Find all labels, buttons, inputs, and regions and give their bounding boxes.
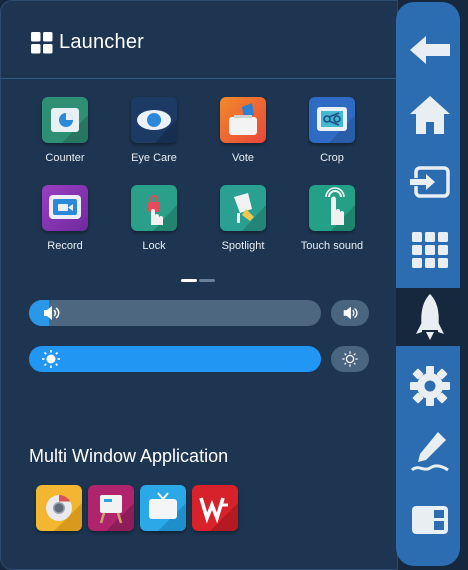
app-touch-sound[interactable]: Touch sound <box>292 185 372 252</box>
app-label: Vote <box>231 152 255 164</box>
app-spotlight[interactable]: Spotlight <box>203 185 283 252</box>
app-label: Counter <box>45 152 85 164</box>
vote-icon <box>220 97 266 143</box>
page-dot[interactable] <box>199 279 215 282</box>
page-indicator <box>181 279 217 282</box>
app-eye-care[interactable]: Eye Care <box>114 97 194 164</box>
mw-app-chrome[interactable] <box>36 485 82 531</box>
speaker-icon <box>343 306 358 320</box>
sidebar-apps-button[interactable] <box>404 224 456 276</box>
multi-window-title: Multi Window Application <box>29 446 229 466</box>
app-label: Touch sound <box>300 240 364 252</box>
pen-annotate-icon <box>410 432 449 472</box>
home-icon <box>410 96 450 134</box>
eye-care-icon <box>131 97 177 143</box>
sun-outline-icon <box>342 351 358 367</box>
easel-icon <box>88 485 134 531</box>
sun-icon <box>42 350 60 368</box>
spotlight-icon <box>220 185 266 231</box>
app-counter[interactable]: Counter <box>25 97 105 164</box>
rocket-icon <box>416 294 444 340</box>
launcher-grid-icon <box>31 32 53 54</box>
sidebar-input-source-button[interactable] <box>404 156 456 208</box>
brightness-slider[interactable] <box>29 346 321 372</box>
app-label: Spotlight <box>221 240 265 252</box>
sidebar-home-button[interactable] <box>404 90 456 142</box>
mute-button[interactable] <box>331 300 369 326</box>
record-icon <box>42 185 88 231</box>
app-label: Record <box>47 240 83 252</box>
crop-icon <box>309 97 355 143</box>
speaker-icon <box>44 306 60 320</box>
sidebar-annotate-button[interactable] <box>404 426 456 478</box>
sidebar-launcher-button[interactable] <box>404 290 456 346</box>
volume-slider[interactable] <box>29 300 321 326</box>
chrome-icon <box>36 485 82 531</box>
whiteboard-icon <box>412 506 448 534</box>
mw-app-tv[interactable] <box>140 485 186 531</box>
counter-icon <box>42 97 88 143</box>
page-dot-active[interactable] <box>181 279 197 282</box>
wps-icon <box>192 485 238 531</box>
app-vote[interactable]: Vote <box>203 97 283 164</box>
apps-grid-icon <box>412 232 448 268</box>
app-label: Lock <box>142 240 166 252</box>
app-record[interactable]: Record <box>25 185 105 252</box>
app-label: Crop <box>320 152 344 164</box>
input-source-icon <box>410 166 450 198</box>
app-lock[interactable]: Lock <box>114 185 194 252</box>
launcher-header: Launcher <box>1 1 399 79</box>
settings-gear-icon <box>410 366 450 406</box>
mw-app-wps[interactable] <box>192 485 238 531</box>
app-crop[interactable]: Crop <box>292 97 372 164</box>
back-arrow-icon <box>410 36 450 64</box>
mw-app-easel[interactable] <box>88 485 134 531</box>
touch-sound-icon <box>309 185 355 231</box>
system-sidebar <box>396 2 460 566</box>
auto-brightness-button[interactable] <box>331 346 369 372</box>
sidebar-whiteboard-button[interactable] <box>404 494 456 546</box>
app-label: Eye Care <box>131 152 177 164</box>
launcher-title: Launcher <box>59 31 144 53</box>
sidebar-settings-button[interactable] <box>404 360 456 412</box>
sidebar-back-button[interactable] <box>404 24 456 76</box>
lock-icon <box>131 185 177 231</box>
launcher-panel: Launcher Counter Eye Care Vote Crop Reco… <box>0 0 399 570</box>
tv-icon <box>140 485 186 531</box>
